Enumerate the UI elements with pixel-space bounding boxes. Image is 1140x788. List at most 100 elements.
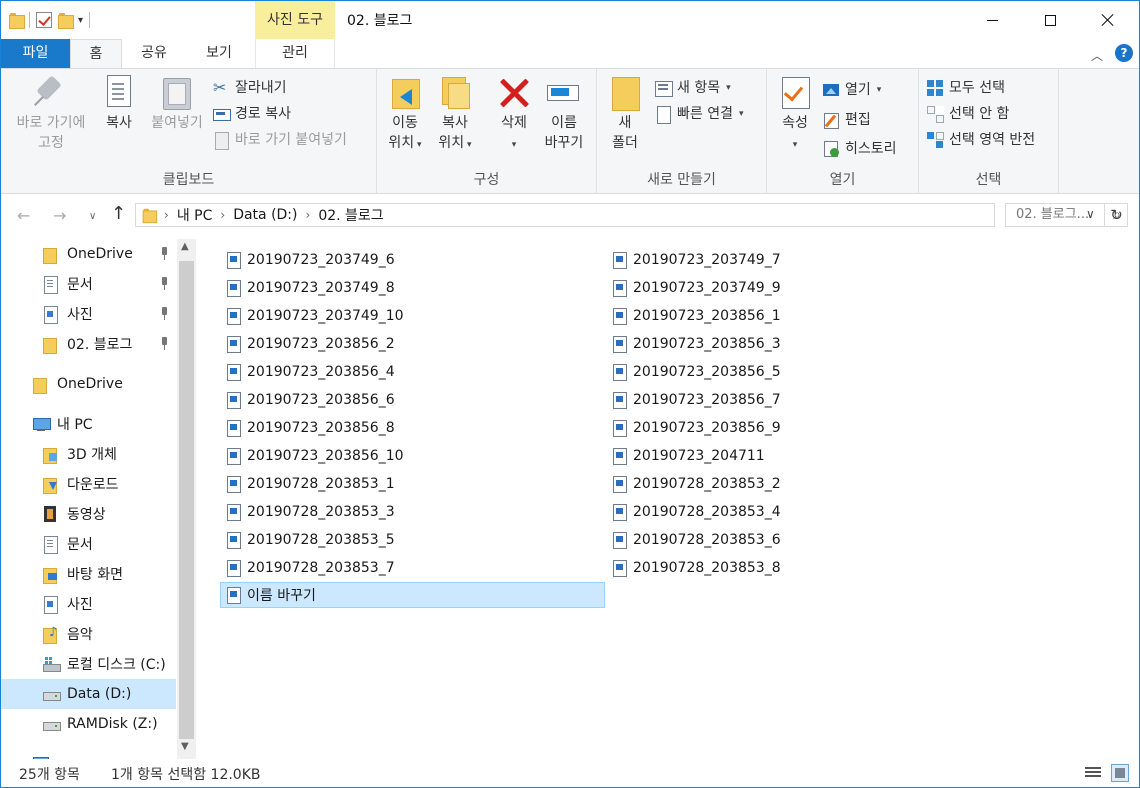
large-icons-view-icon[interactable]	[1111, 764, 1129, 782]
breadcrumb-blog-folder[interactable]: 02. 블로그	[318, 205, 383, 225]
list-item[interactable]: 20190728_203853_7	[221, 555, 605, 581]
open-button[interactable]: 열기 ▾	[823, 79, 881, 101]
nav-this-pc[interactable]: 내 PC	[1, 409, 176, 439]
maximize-button[interactable]	[1021, 1, 1079, 39]
scrollbar-thumb[interactable]	[179, 261, 194, 739]
nav-3d-objects[interactable]: 3D 개체	[1, 439, 176, 469]
nav-local-disk-c[interactable]: 로컬 디스크 (C:)	[1, 649, 176, 679]
tab-share[interactable]: 공유	[126, 39, 182, 68]
up-arrow-icon[interactable]: ↑	[111, 203, 126, 224]
list-item[interactable]: 20190728_203853_6	[607, 527, 991, 553]
list-item[interactable]: 20190723_203856_9	[607, 415, 991, 441]
selected-list-item[interactable]: 이름 바꾸기	[220, 582, 605, 608]
scroll-down-icon[interactable]: ▼	[181, 741, 189, 752]
list-item[interactable]: 20190728_203853_2	[607, 471, 991, 497]
properties-button[interactable]: 속성 ▾	[775, 75, 815, 155]
list-item[interactable]: 20190723_203856_10	[221, 443, 605, 469]
list-item[interactable]: 20190723_203749_6	[221, 247, 605, 273]
help-icon[interactable]: ?	[1115, 44, 1133, 62]
breadcrumb-data-drive[interactable]: Data (D:)	[233, 207, 297, 223]
minimize-button[interactable]	[963, 1, 1021, 39]
rename-button[interactable]: 이름 바꾸기	[539, 75, 589, 153]
nav-data-drive-d[interactable]: Data (D:)	[1, 679, 176, 709]
nav-onedrive[interactable]: OneDrive	[1, 369, 176, 399]
list-item[interactable]: 20190728_203853_1	[221, 471, 605, 497]
tab-home[interactable]: 홈	[70, 39, 122, 69]
breadcrumb-this-pc[interactable]: 내 PC	[177, 205, 213, 225]
nav-pictures[interactable]: 사진	[1, 589, 176, 619]
copy-path-button[interactable]: 경로 복사	[213, 103, 291, 125]
tab-view[interactable]: 보기	[186, 39, 252, 68]
customize-toolbar-dropdown-icon[interactable]: ▾	[78, 15, 83, 26]
history-button[interactable]: 히스토리	[823, 138, 897, 160]
breadcrumb-chevron-icon[interactable]: ›	[306, 208, 311, 222]
list-item[interactable]: 20190723_203856_7	[607, 387, 991, 413]
paste-shortcut-button[interactable]: 바로 가기 붙여넣기	[213, 129, 347, 151]
collapse-ribbon-icon[interactable]: ︿	[1091, 47, 1103, 64]
list-item[interactable]: 20190728_203853_3	[221, 499, 605, 525]
nav-music[interactable]: 음악	[1, 619, 176, 649]
delete-icon	[497, 75, 531, 109]
recent-locations-chevron-icon[interactable]: ∨	[89, 211, 96, 222]
new-folder-button[interactable]: 새 폴더	[605, 75, 645, 153]
list-item[interactable]: 20190723_203856_6	[221, 387, 605, 413]
select-all-button[interactable]: 모두 선택	[927, 77, 1005, 99]
list-item[interactable]: 20190728_203853_4	[607, 499, 991, 525]
tab-file[interactable]: 파일	[1, 39, 70, 68]
edit-button[interactable]: 편집	[823, 109, 871, 131]
list-item[interactable]: 20190723_203749_7	[607, 247, 991, 273]
list-item[interactable]: 20190728_203853_8	[607, 555, 991, 581]
list-item[interactable]: 20190723_203749_8	[221, 275, 605, 301]
invert-selection-button[interactable]: 선택 영역 반전	[927, 129, 1035, 151]
pin-to-quick-access-button[interactable]: 바로 가기에 고정	[9, 75, 93, 153]
nav-quick-pictures[interactable]: 사진	[1, 299, 176, 329]
easy-access-button[interactable]: 빠른 연결 ▾	[655, 103, 744, 125]
copy-button[interactable]: 복사	[99, 75, 139, 133]
list-item[interactable]: 20190723_203856_8	[221, 415, 605, 441]
nav-quick-blog[interactable]: 02. 블로그	[1, 329, 176, 359]
list-item[interactable]: 20190723_203749_9	[607, 275, 991, 301]
select-none-button[interactable]: 선택 안 함	[927, 103, 1009, 125]
delete-button[interactable]: 삭제 ▾	[491, 75, 537, 155]
navigation-scrollbar[interactable]: ▲ ▼	[177, 239, 196, 759]
forward-arrow-icon[interactable]: →	[53, 206, 66, 225]
list-item[interactable]: 20190723_203856_3	[607, 331, 991, 357]
list-item[interactable]: 20190723_203856_4	[221, 359, 605, 385]
nav-documents[interactable]: 문서	[1, 529, 176, 559]
new-folder-icon[interactable]	[58, 12, 74, 29]
list-item[interactable]: 20190723_203856_5	[607, 359, 991, 385]
details-view-icon[interactable]	[1085, 766, 1101, 780]
list-item[interactable]: 20190723_203749_10	[221, 303, 605, 329]
copy-path-label: 경로 복사	[235, 106, 291, 122]
list-item[interactable]: 20190723_203856_1	[607, 303, 991, 329]
nav-quick-docs[interactable]: 문서	[1, 269, 176, 299]
breadcrumb-chevron-icon[interactable]: ›	[164, 208, 169, 222]
move-to-button[interactable]: 이동 위치 ▾	[385, 75, 425, 155]
nav-desktop[interactable]: 바탕 화면	[1, 559, 176, 589]
list-item[interactable]: 20190728_203853_5	[221, 527, 605, 553]
properties-check-icon[interactable]	[36, 12, 52, 28]
breadcrumb-chevron-icon[interactable]: ›	[220, 208, 225, 222]
address-bar[interactable]: › 내 PC › Data (D:) › 02. 블로그 ∨ ↻	[135, 203, 1123, 227]
list-item[interactable]: 20190723_204711	[607, 443, 991, 469]
new-item-button[interactable]: 새 항목 ▾	[655, 77, 731, 99]
search-input[interactable]: 02. 블로그... ⌕	[1005, 203, 1128, 227]
list-item[interactable]: 20190723_203856_2	[221, 331, 605, 357]
nav-ramdisk-z[interactable]: RAMDisk (Z:)	[1, 709, 176, 739]
select-none-label: 선택 안 함	[949, 106, 1010, 122]
cut-button[interactable]: 잘라내기	[213, 77, 287, 99]
nav-videos[interactable]: 동영상	[1, 499, 176, 529]
nav-downloads[interactable]: 다운로드	[1, 469, 176, 499]
nav-quick-onedrive[interactable]: OneDrive	[1, 239, 176, 269]
tab-manage[interactable]: 관리	[255, 39, 335, 68]
file-name: 20190723_203749_10	[247, 308, 404, 324]
paste-button[interactable]: 붙여넣기	[145, 75, 209, 133]
close-button[interactable]	[1079, 1, 1137, 39]
image-file-icon	[613, 420, 627, 437]
scroll-up-icon[interactable]: ▲	[181, 241, 189, 252]
back-arrow-icon[interactable]: ←	[17, 206, 30, 225]
onedrive-folder-icon	[33, 376, 49, 394]
copy-to-button[interactable]: 복사 위치 ▾	[433, 75, 477, 155]
scissors-icon	[213, 77, 229, 99]
nav-network[interactable]	[1, 744, 176, 759]
